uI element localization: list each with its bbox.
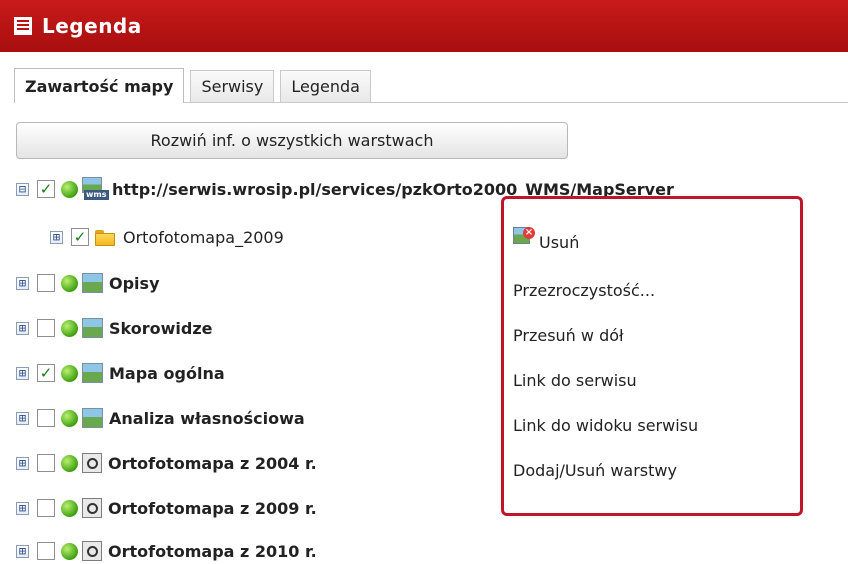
legend-window-icon <box>14 17 32 35</box>
layer-label[interactable]: Mapa ogólna <box>109 364 225 383</box>
layer-row: ⊞ Opisy <box>16 270 160 296</box>
gis-service-icon <box>82 498 102 518</box>
expand-icon[interactable]: ⊞ <box>16 411 29 425</box>
tab-map-contents[interactable]: Zawartość mapy <box>14 68 185 103</box>
tab-services[interactable]: Serwisy <box>190 70 275 102</box>
status-ok-icon <box>61 319 78 337</box>
expand-icon[interactable]: ⊞ <box>16 501 29 515</box>
delete-layer-icon: × <box>513 227 535 249</box>
layer-checkbox[interactable] <box>37 319 55 337</box>
status-ok-icon <box>61 499 78 517</box>
layer-checkbox[interactable] <box>37 274 55 292</box>
layer-checkbox[interactable] <box>37 499 55 517</box>
status-ok-icon <box>61 454 78 472</box>
menu-item-move-down[interactable]: Przesuń w dół <box>513 322 624 348</box>
tab-legend[interactable]: Legenda <box>280 70 371 102</box>
gis-service-icon <box>82 453 102 473</box>
status-ok-icon <box>61 180 78 198</box>
expand-icon[interactable]: ⊞ <box>16 544 29 558</box>
service-checkbox[interactable]: ✓ <box>37 180 55 198</box>
menu-item-service-link[interactable]: Link do serwisu <box>513 367 637 393</box>
layer-checkbox[interactable] <box>37 454 55 472</box>
image-layer-icon <box>82 273 103 293</box>
layer-label[interactable]: Ortofotomapa z 2004 r. <box>108 454 317 473</box>
image-layer-icon <box>82 363 103 383</box>
layer-label[interactable]: Analiza własnościowa <box>109 409 305 428</box>
status-ok-icon <box>61 274 78 292</box>
wms-service-icon: wms <box>82 177 109 201</box>
tab-bar: Zawartość mapy Serwisy Legenda <box>14 66 848 103</box>
menu-item-transparency[interactable]: Przezroczystość... <box>513 277 655 303</box>
layer-row: ⊞ Analiza własnościowa <box>16 405 305 431</box>
sublayer-row: ⊞ ✓ Ortofotomapa_2009 <box>50 224 284 250</box>
layer-row: ⊞ Ortofotomapa z 2004 r. <box>16 450 317 476</box>
layer-label[interactable]: Skorowidze <box>109 319 213 338</box>
expand-all-layers-button[interactable]: Rozwiń inf. o wszystkich warstwach <box>16 122 568 159</box>
layer-row: ⊞ Ortofotomapa z 2009 r. <box>16 495 317 521</box>
folder-icon <box>95 228 117 246</box>
expand-icon[interactable]: ⊞ <box>16 366 29 380</box>
menu-item-service-view-link[interactable]: Link do widoku serwisu <box>513 412 698 438</box>
expand-icon[interactable]: ⊞ <box>16 456 29 470</box>
status-ok-icon <box>61 364 78 382</box>
layer-label[interactable]: Ortofotomapa z 2010 r. <box>108 542 317 561</box>
layer-checkbox[interactable] <box>37 409 55 427</box>
menu-item-add-remove-layers[interactable]: Dodaj/Usuń warstwy <box>513 457 677 483</box>
context-menu: × Usuń Przezroczystość... Przesuń w dół … <box>501 196 803 516</box>
expand-icon[interactable]: ⊞ <box>16 321 29 335</box>
layer-label[interactable]: Ortofotomapa z 2009 r. <box>108 499 317 518</box>
layer-row: ⊞ ✓ Mapa ogólna <box>16 360 225 386</box>
window-title: Legenda <box>42 14 142 38</box>
gis-service-icon <box>82 541 102 561</box>
image-layer-icon <box>82 408 103 428</box>
expand-icon[interactable]: ⊞ <box>50 230 63 244</box>
status-ok-icon <box>61 542 78 560</box>
collapse-icon[interactable]: ⊟ <box>16 182 29 196</box>
window-title-bar: Legenda <box>0 0 848 52</box>
menu-item-label: Usuń <box>539 232 580 252</box>
status-ok-icon <box>61 409 78 427</box>
sublayer-label[interactable]: Ortofotomapa_2009 <box>123 228 284 247</box>
menu-item-remove[interactable]: × Usuń <box>513 227 580 255</box>
layer-label[interactable]: Opisy <box>109 274 160 293</box>
expand-icon[interactable]: ⊞ <box>16 276 29 290</box>
layer-checkbox[interactable]: ✓ <box>37 364 55 382</box>
layer-checkbox[interactable] <box>37 542 55 560</box>
layer-row: ⊞ Ortofotomapa z 2010 r. <box>16 538 317 564</box>
sublayer-checkbox[interactable]: ✓ <box>71 228 89 246</box>
image-layer-icon <box>82 318 103 338</box>
layer-row: ⊞ Skorowidze <box>16 315 213 341</box>
